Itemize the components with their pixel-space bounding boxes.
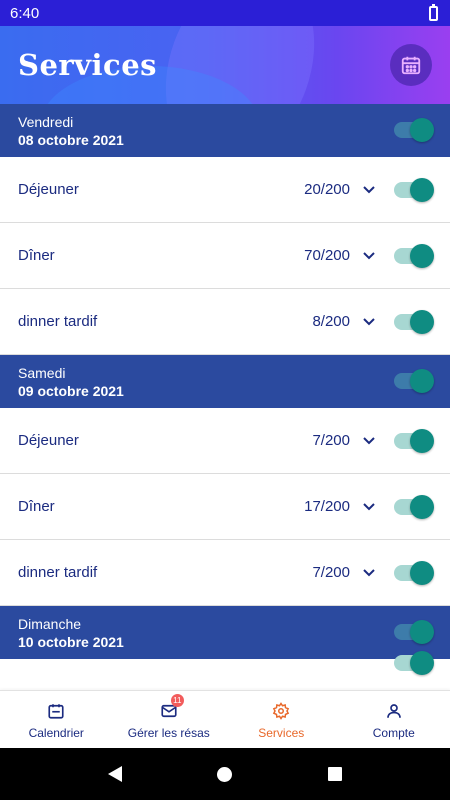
- service-name: dinner tardif: [18, 564, 98, 581]
- nav-item-reservations[interactable]: 11 Gérer les résas: [113, 691, 226, 748]
- service-row[interactable]: dinner tardif 8/200: [0, 289, 450, 355]
- services-list[interactable]: Vendredi 08 octobre 2021 Déjeuner 20/200…: [0, 104, 450, 690]
- gear-icon: [272, 700, 290, 722]
- nav-item-account[interactable]: Compte: [338, 691, 450, 748]
- day-toggle[interactable]: [394, 620, 434, 644]
- service-name: dinner tardif: [18, 313, 98, 330]
- service-count: 17/200: [304, 498, 350, 515]
- chevron-down-icon[interactable]: [362, 183, 376, 197]
- back-icon[interactable]: [107, 766, 122, 782]
- service-count: 20/200: [304, 181, 350, 198]
- day-date: 10 octobre 2021: [18, 634, 124, 650]
- service-count: 7/200: [312, 432, 350, 449]
- notification-badge: 11: [170, 693, 184, 707]
- nav-label: Compte: [372, 725, 415, 740]
- service-row[interactable]: Déjeuner 7/200: [0, 408, 450, 474]
- chevron-down-icon[interactable]: [362, 500, 376, 514]
- day-header: Vendredi 08 octobre 2021: [0, 104, 450, 157]
- calendar-button[interactable]: [390, 44, 432, 86]
- day-date: 08 octobre 2021: [18, 132, 124, 148]
- day-date: 09 octobre 2021: [18, 383, 124, 399]
- battery-icon: [429, 3, 438, 21]
- service-toggle[interactable]: [394, 177, 434, 202]
- nav-item-calendar[interactable]: Calendrier: [0, 691, 113, 748]
- service-row[interactable]: [0, 651, 450, 690]
- mail-icon: 11: [160, 693, 184, 722]
- chevron-down-icon[interactable]: [362, 434, 376, 448]
- day-toggle[interactable]: [394, 118, 434, 142]
- service-name: Déjeuner: [18, 181, 79, 198]
- service-toggle[interactable]: [394, 560, 434, 585]
- bottom-nav: Calendrier 11 Gérer les résas Services C…: [0, 690, 450, 748]
- recent-apps-icon[interactable]: [328, 767, 343, 781]
- service-name: Déjeuner: [18, 432, 79, 449]
- day-header: Samedi 09 octobre 2021: [0, 355, 450, 408]
- service-row[interactable]: Dîner 17/200: [0, 474, 450, 540]
- day-header: Dimanche 10 octobre 2021: [0, 606, 450, 659]
- calendar-icon: [401, 56, 421, 75]
- chevron-down-icon[interactable]: [362, 249, 376, 263]
- nav-item-services[interactable]: Services: [225, 691, 338, 748]
- day-name: Dimanche: [18, 616, 82, 632]
- service-row[interactable]: Dîner 70/200: [0, 223, 450, 289]
- day-name: Vendredi: [18, 114, 74, 130]
- day-toggle[interactable]: [394, 369, 434, 393]
- service-count: 70/200: [304, 247, 350, 264]
- nav-label: Calendrier: [28, 725, 84, 740]
- chevron-down-icon[interactable]: [362, 566, 376, 580]
- system-nav-bar: [0, 748, 450, 800]
- status-time: 6:40: [10, 4, 40, 22]
- user-icon: [385, 700, 403, 722]
- nav-label: Gérer les résas: [127, 725, 210, 740]
- service-toggle[interactable]: [394, 243, 434, 268]
- service-toggle[interactable]: [394, 651, 434, 675]
- service-count: 7/200: [312, 564, 350, 581]
- service-name: Dîner: [18, 498, 55, 515]
- chevron-down-icon[interactable]: [362, 315, 376, 329]
- day-name: Samedi: [18, 365, 66, 381]
- status-bar: 6:40: [0, 0, 450, 26]
- service-name: Dîner: [18, 247, 55, 264]
- service-toggle[interactable]: [394, 309, 434, 334]
- page-title: Services: [18, 48, 157, 82]
- service-toggle[interactable]: [394, 428, 434, 453]
- home-icon[interactable]: [217, 766, 233, 782]
- calendar-icon: [47, 700, 65, 722]
- app-header: Services: [0, 26, 450, 104]
- service-toggle[interactable]: [394, 494, 434, 519]
- service-count: 8/200: [312, 313, 350, 330]
- nav-label: Services: [258, 725, 305, 740]
- service-row[interactable]: Déjeuner 20/200: [0, 157, 450, 223]
- service-row[interactable]: dinner tardif 7/200: [0, 540, 450, 606]
